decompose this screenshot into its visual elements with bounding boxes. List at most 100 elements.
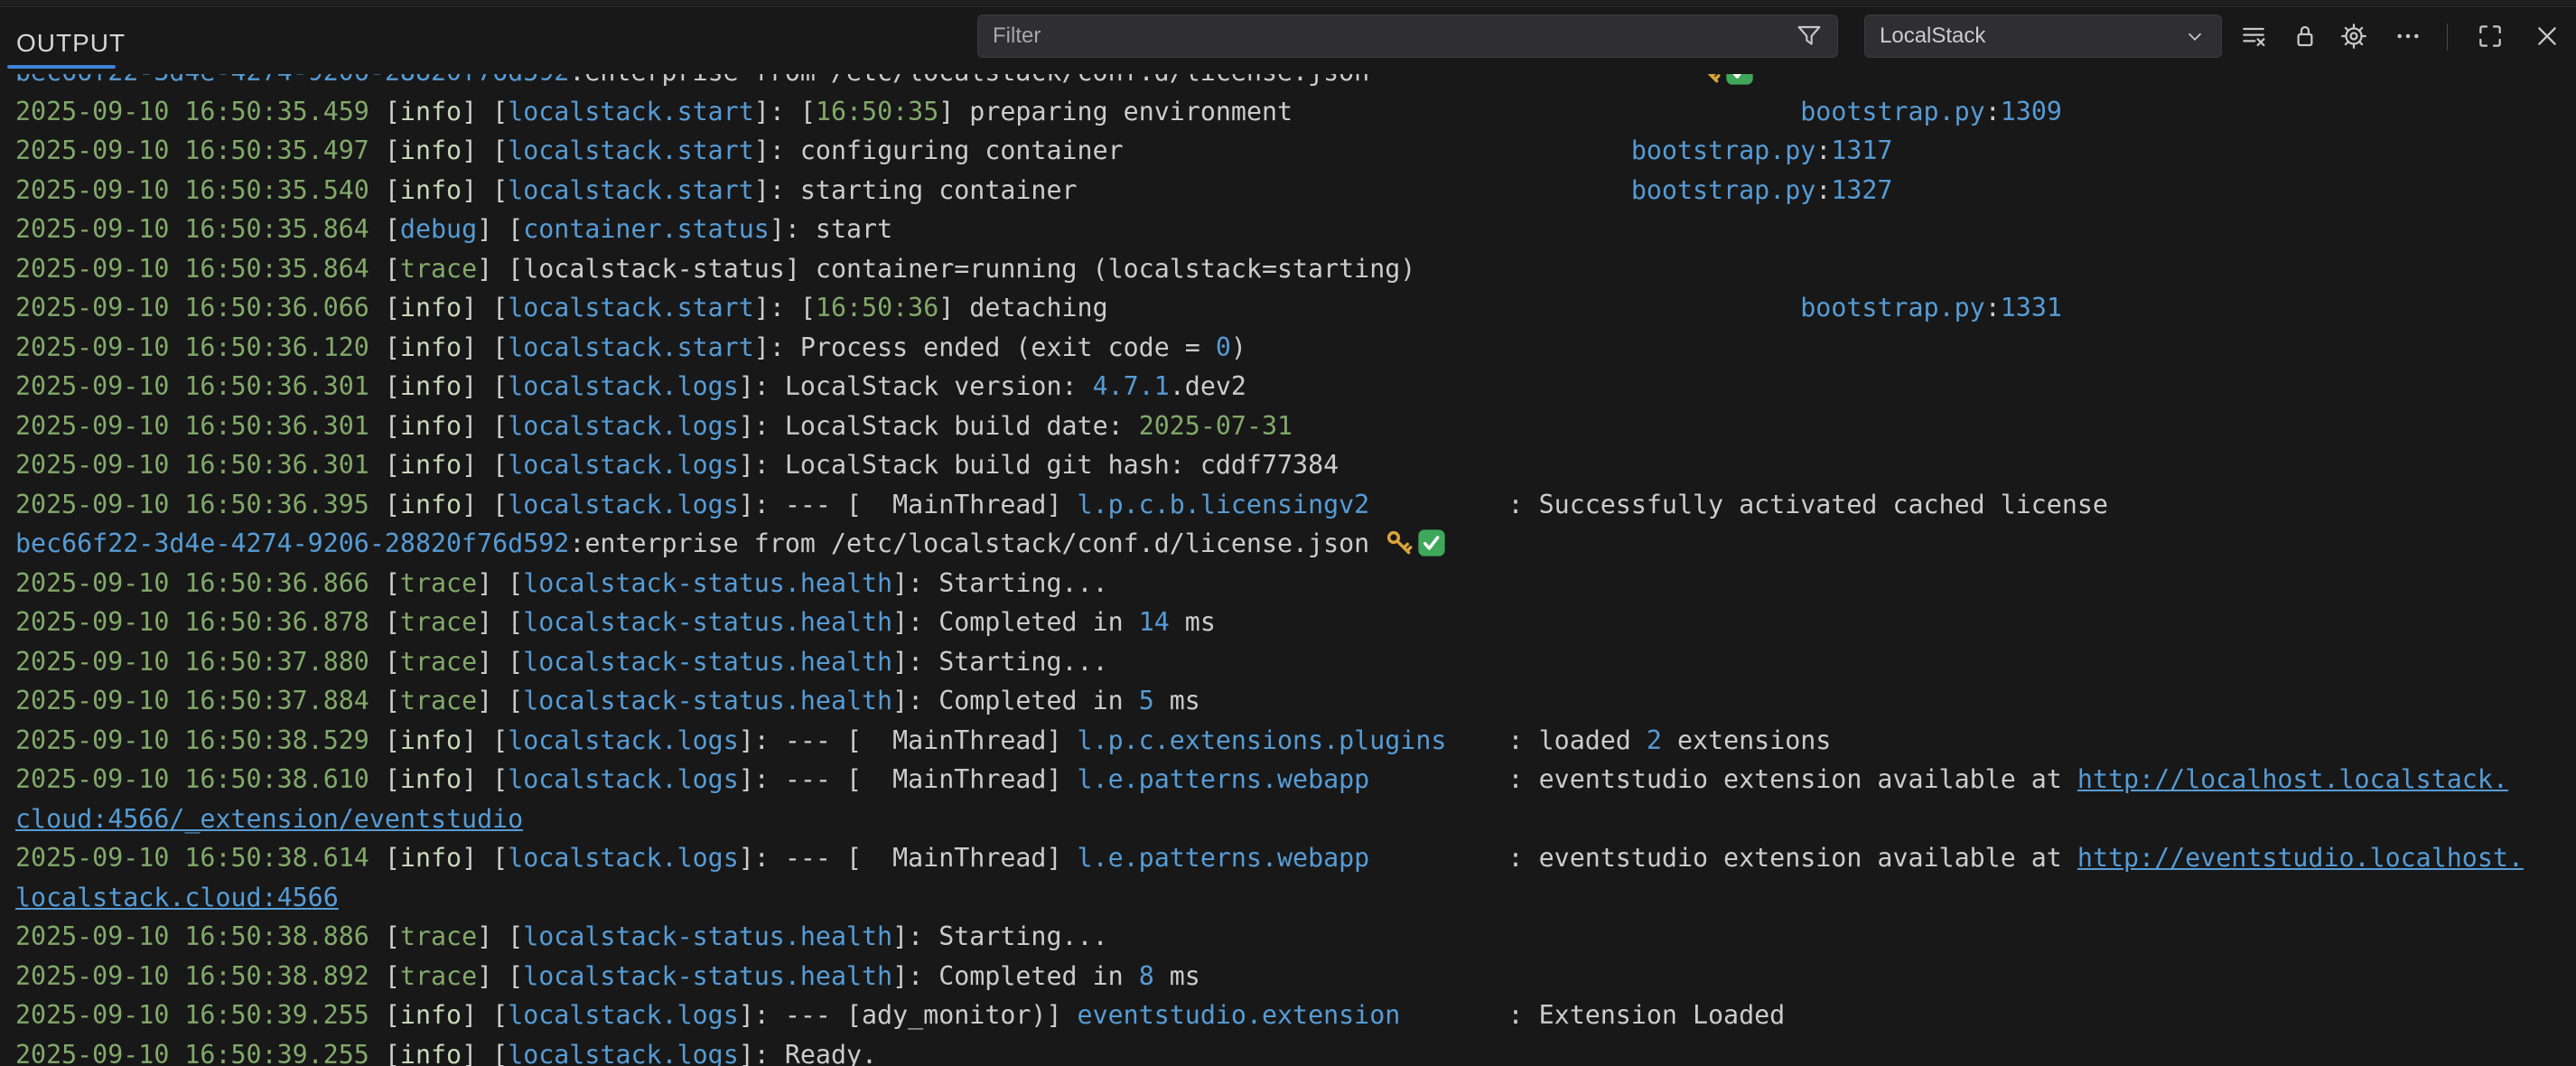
log-line: 2025-09-10 16:50:39.255 [info] [localsta…: [15, 1035, 2576, 1066]
log-segment: trace: [400, 254, 477, 284]
log-line: 2025-09-10 16:50:36.301 [info] [localsta…: [15, 367, 2576, 407]
log-line: 2025-09-10 16:50:36.866 [trace] [localst…: [15, 564, 2576, 603]
log-segment: ]: Starting...: [892, 568, 1108, 598]
filter-box: [977, 14, 1838, 58]
log-segment: :: [1815, 175, 1831, 205]
log-segment: info: [400, 490, 462, 519]
log-segment: ] [: [462, 371, 508, 401]
log-segment: [: [385, 175, 400, 205]
log-segment: ]: start: [770, 214, 892, 244]
log-segment: localstack.start: [508, 136, 754, 165]
more-actions-icon[interactable]: [2392, 20, 2424, 52]
log-segment: [: [385, 371, 400, 401]
log-segment: l.p.c.extensions.plugins: [1078, 725, 1447, 755]
log-segment: info: [400, 371, 462, 401]
log-segment: bootstrap.py: [1631, 136, 1815, 165]
log-segment: 2025-09-10 16:50:38.529: [15, 725, 385, 755]
log-segment: [: [385, 1040, 400, 1066]
log-segment: 2025-09-10 16:50:36.066: [15, 293, 385, 323]
log-segment: 2025-07-31: [1139, 411, 1293, 441]
log-segment: [: [385, 568, 400, 598]
log-segment: : Successfully activated cached license: [1369, 490, 2108, 519]
log-segment: ] [: [477, 921, 523, 951]
log-segment: ]: configuring container: [754, 136, 1631, 165]
log-segment: 2025-09-10 16:50:36.120: [15, 332, 385, 362]
log-segment: info: [400, 1000, 462, 1030]
log-segment: ]: --- [ MainThread]: [739, 764, 1078, 794]
log-segment: 2025-09-10 16:50:38.610: [15, 764, 385, 794]
log-segment: ]: --- [ MainThread]: [739, 490, 1078, 519]
chevron-down-icon: [2183, 24, 2207, 48]
log-segment: [: [385, 686, 400, 715]
log-segment: localstack.start: [508, 332, 754, 362]
channel-dropdown-value: LocalStack: [1880, 23, 1985, 49]
log-segment: trace: [400, 961, 477, 991]
log-segment: bootstrap.py: [1800, 97, 1984, 126]
log-line: bec66f22-3d4e-4274-9206-28820f76d592:ent…: [15, 524, 2576, 564]
log-segment: [: [385, 254, 400, 284]
log-segment: ms: [1154, 961, 1200, 991]
log-line: cloud:4566/_extension/eventstudio: [15, 800, 2576, 839]
log-link[interactable]: cloud:4566/_extension/eventstudio: [15, 804, 523, 834]
log-line: localstack.cloud:4566: [15, 878, 2576, 918]
tab-output[interactable]: OUTPUT: [16, 29, 126, 58]
log-segment: localstack.logs: [508, 371, 739, 401]
log-segment: localstack.logs: [508, 1000, 739, 1030]
log-segment: l.e.patterns.webapp: [1078, 764, 1370, 794]
log-line: 2025-09-10 16:50:35.459 [info] [localsta…: [15, 92, 2576, 132]
log-line: 2025-09-10 16:50:36.120 [info] [localsta…: [15, 328, 2576, 368]
log-segment: 2025-09-10 16:50:38.886: [15, 921, 385, 951]
lock-icon[interactable]: [2289, 20, 2321, 52]
log-segment: ] [: [462, 1000, 508, 1030]
log-segment: ] [: [477, 686, 523, 715]
log-segment: l.e.patterns.webapp: [1078, 843, 1370, 873]
log-segment: ] [: [462, 175, 508, 205]
log-segment: info: [400, 725, 462, 755]
log-segment: 2025-09-10 16:50:37.884: [15, 686, 385, 715]
log-segment: 8: [1139, 961, 1154, 991]
log-segment: 2025-09-10 16:50:36.301: [15, 411, 385, 441]
log-segment: localstack-status.health: [523, 961, 892, 991]
log-segment: info: [400, 764, 462, 794]
log-segment: 2: [1647, 725, 1662, 755]
log-link[interactable]: http://localhost.localstack.: [2077, 764, 2508, 794]
filter-input[interactable]: [991, 23, 1794, 50]
log-segment: 2025-09-10 16:50:38.614: [15, 843, 385, 873]
log-line: 2025-09-10 16:50:38.892 [trace] [localst…: [15, 957, 2576, 996]
key-emoji: [1385, 528, 1414, 557]
log-segment: 2025-09-10 16:50:35.864: [15, 214, 385, 244]
log-segment: 2025-09-10 16:50:39.255: [15, 1000, 385, 1030]
log-segment: ]: [: [754, 293, 816, 323]
log-segment: ]: Ready.: [739, 1040, 877, 1066]
log-link[interactable]: localstack.cloud:4566: [15, 883, 339, 912]
close-panel-icon[interactable]: [2531, 20, 2563, 52]
log-segment: ] [: [462, 1040, 508, 1066]
log-segment: ]: Process ended (exit code =: [754, 332, 1216, 362]
log-viewport[interactable]: bec66f22-3d4e-4274-9206-28820f76d592:ent…: [0, 74, 2576, 1066]
log-segment: localstack-status.health: [523, 921, 892, 951]
log-link[interactable]: http://eventstudio.localhost.: [2077, 843, 2524, 873]
log-segment: ]: --- [ady_monitor)]: [739, 1000, 1078, 1030]
log-line: 2025-09-10 16:50:37.880 [trace] [localst…: [15, 642, 2576, 682]
log-segment: ms: [1154, 686, 1200, 715]
log-segment: container.status: [523, 214, 770, 244]
maximize-panel-icon[interactable]: [2474, 20, 2506, 52]
filter-funnel-icon[interactable]: [1794, 21, 1825, 51]
log-segment: debug: [400, 214, 477, 244]
log-segment: info: [400, 843, 462, 873]
log-segment: [: [385, 961, 400, 991]
log-segment: ] [: [477, 647, 523, 677]
log-segment: bec66f22-3d4e-4274-9206-28820f76d592: [15, 74, 569, 87]
log-segment: l.p.c.b.licensingv2: [1078, 490, 1370, 519]
clear-output-icon[interactable]: [2237, 20, 2270, 52]
log-line: 2025-09-10 16:50:35.864 [debug] [contain…: [15, 210, 2576, 249]
log-segment: ]: LocalStack build git hash: cddf77384: [739, 450, 1339, 480]
panel-header: OUTPUT LocalStack: [0, 7, 2576, 74]
log-segment: 2025-09-10 16:50:35.459: [15, 97, 385, 126]
log-segment: info: [400, 293, 462, 323]
log-segment: info: [400, 175, 462, 205]
check-emoji: [1725, 74, 1754, 86]
gear-icon[interactable]: [2338, 20, 2370, 52]
channel-dropdown[interactable]: LocalStack: [1864, 14, 2222, 58]
log-segment: info: [400, 136, 462, 165]
